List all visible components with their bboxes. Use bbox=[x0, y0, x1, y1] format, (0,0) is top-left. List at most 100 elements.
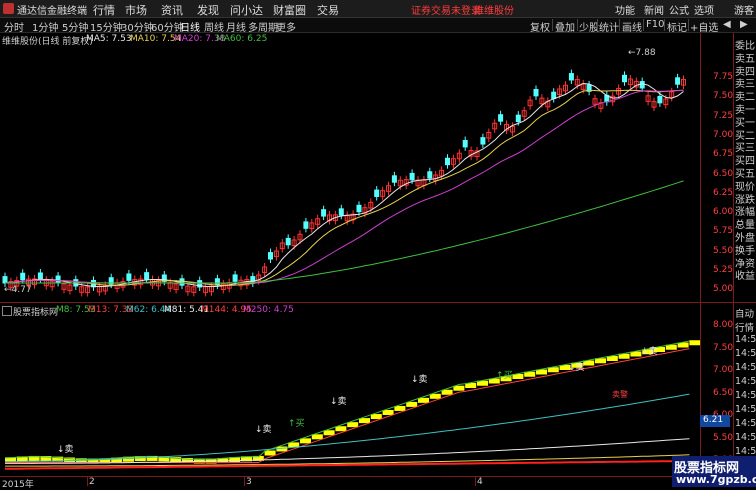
indicator-tick-label: 7.00 bbox=[713, 365, 734, 375]
menu-newsfeed[interactable]: 新闻 bbox=[644, 2, 664, 17]
price-tick-label: 6.50 bbox=[713, 168, 734, 179]
draw-button[interactable]: 画线 bbox=[622, 19, 642, 34]
candle-body bbox=[374, 189, 380, 197]
period-15min[interactable]: 15分钟 bbox=[90, 19, 123, 34]
menu-market[interactable]: 市场 bbox=[125, 2, 147, 18]
sell-signal-marker: ↓卖 bbox=[568, 362, 585, 373]
login-notice[interactable]: 证券交易未登录 bbox=[411, 2, 481, 17]
ma60-label: MA60: 6.25 bbox=[216, 34, 268, 44]
x-label-feb: 2 bbox=[89, 477, 95, 487]
candle-body bbox=[409, 172, 415, 181]
title-bar: 通达信金融终端 行情 市场 资讯 发现 问小达 财富圈 交易 证券交易未登录 维… bbox=[0, 0, 756, 18]
period-daily[interactable]: 日线 bbox=[180, 19, 200, 34]
candle-body bbox=[675, 77, 681, 85]
ma10-line bbox=[4, 89, 684, 286]
indicator-band-block bbox=[300, 438, 311, 444]
price-tick-label: 6.75 bbox=[713, 149, 734, 160]
menu-formula[interactable]: 公式 bbox=[669, 2, 689, 17]
period-toolbar: 分时 1分钟 5分钟 15分钟 30分钟 60分钟 日线 周线 月线 多周期 更… bbox=[0, 18, 756, 34]
price-tick-label: 5.50 bbox=[713, 245, 734, 256]
indicator-tick-label: 8.00 bbox=[713, 320, 734, 330]
menu-quotes[interactable]: 行情 bbox=[93, 2, 115, 18]
indicator-band-block bbox=[418, 397, 429, 403]
few-stocks-button[interactable]: 少股 bbox=[579, 19, 599, 34]
period-1min[interactable]: 1分钟 bbox=[32, 19, 58, 34]
tick-time-label: 14:59 bbox=[735, 432, 756, 443]
candle-body bbox=[498, 114, 504, 122]
f10-button[interactable]: F10 bbox=[646, 19, 664, 30]
candle-body bbox=[144, 272, 150, 280]
menu-trade[interactable]: 交易 bbox=[317, 2, 339, 18]
tick-time-label: 行情 bbox=[735, 323, 755, 334]
indicator-tick-label: 7.50 bbox=[713, 342, 734, 353]
ma60-line bbox=[5, 180, 684, 284]
indicator-icon[interactable] bbox=[2, 306, 12, 316]
period-30min[interactable]: 30分钟 bbox=[121, 19, 154, 34]
tick-time-label: 14:59 bbox=[735, 390, 756, 401]
period-intraday[interactable]: 分时 bbox=[4, 19, 24, 34]
menu-discover[interactable]: 发现 bbox=[197, 2, 219, 18]
candle-body bbox=[639, 81, 645, 89]
candle-body bbox=[657, 95, 663, 104]
period-more[interactable]: 更多 bbox=[276, 19, 296, 34]
ma20-line bbox=[4, 89, 684, 284]
candle-body bbox=[285, 237, 291, 246]
candle-body bbox=[622, 74, 627, 83]
sell-signal-marker: ↓卖 bbox=[411, 374, 428, 385]
period-monthly[interactable]: 月线 bbox=[226, 19, 246, 34]
overlay-button[interactable]: 叠加 bbox=[555, 19, 575, 34]
indicator-band-block bbox=[689, 340, 700, 346]
candle-body bbox=[568, 73, 574, 81]
period-60min[interactable]: 60分钟 bbox=[151, 19, 184, 34]
sell-signal-marker: ↓卖 bbox=[57, 444, 74, 455]
quote-field-label: 收益 bbox=[735, 271, 755, 283]
menu-wealth[interactable]: 财富圈 bbox=[273, 2, 306, 18]
menu-ask[interactable]: 问小达 bbox=[230, 2, 263, 18]
tick-time-label: 14:59 bbox=[735, 362, 756, 373]
menu-news[interactable]: 资讯 bbox=[161, 2, 183, 18]
price-tick-label: 7.25 bbox=[713, 110, 734, 121]
add-watchlist-button[interactable]: +自选 bbox=[690, 19, 718, 34]
period-multi[interactable]: 多周期 bbox=[248, 19, 278, 34]
buy-signal-marker: ↑买 bbox=[496, 370, 513, 381]
menu-options[interactable]: 选项 bbox=[694, 2, 714, 17]
watermark-logo: 股票指标网 www.7gpzb.com bbox=[672, 456, 756, 487]
nav-next-icon[interactable]: ▶ bbox=[740, 19, 748, 30]
tick-time-label: 14:59 bbox=[735, 418, 756, 429]
current-value-tag: 6.21 bbox=[703, 415, 724, 425]
low-price-label: ←4.77 bbox=[4, 285, 32, 295]
app-name: 通达信金融终端 bbox=[17, 6, 87, 17]
period-5min[interactable]: 5分钟 bbox=[62, 19, 88, 34]
sell-signal-marker: ↓卖 bbox=[255, 424, 272, 435]
menu-function[interactable]: 功能 bbox=[615, 2, 635, 17]
indicator-tick-label: 5.50 bbox=[713, 432, 734, 443]
stock-link[interactable]: 维维股份 bbox=[474, 2, 514, 17]
candle-body bbox=[126, 273, 132, 281]
price-tick-label: 5.25 bbox=[713, 265, 734, 275]
indicator-chart[interactable]: ↓卖↓卖↓卖↓卖↓卖↓卖↑买↑买卖警 bbox=[0, 316, 700, 476]
indicator-band-block bbox=[370, 414, 382, 420]
user-label[interactable]: 游客 bbox=[734, 2, 754, 17]
mark-button[interactable]: 标记 bbox=[667, 19, 687, 34]
m8-line bbox=[4, 340, 690, 460]
price-tick-label: 6.25 bbox=[713, 187, 734, 198]
candle-body bbox=[462, 139, 468, 148]
price-tick-label: 7.00 bbox=[713, 129, 734, 140]
indicator-band-block bbox=[382, 410, 394, 415]
ma5-label: MA5: 7.53 bbox=[86, 34, 132, 44]
adjust-button[interactable]: 复权 bbox=[530, 19, 550, 34]
ma5-line bbox=[4, 82, 684, 288]
candle-body bbox=[232, 274, 238, 282]
candle-body bbox=[480, 137, 486, 145]
stats-button[interactable]: 统计 bbox=[599, 19, 619, 34]
tick-time-label: 14:59 bbox=[735, 348, 756, 359]
indicator-band-block bbox=[441, 389, 453, 395]
candlestick-chart[interactable]: ←7.88 ←4.77 bbox=[0, 45, 700, 303]
nav-prev-icon[interactable]: ◀ bbox=[723, 19, 731, 30]
x-label-mar: 3 bbox=[246, 477, 252, 487]
price-tick-label: 5.00 bbox=[713, 284, 734, 295]
period-weekly[interactable]: 周线 bbox=[204, 19, 224, 34]
indicator-band-block bbox=[323, 430, 335, 436]
indicator-band-block bbox=[453, 385, 465, 391]
price-tick-label: 5.75 bbox=[713, 226, 734, 237]
